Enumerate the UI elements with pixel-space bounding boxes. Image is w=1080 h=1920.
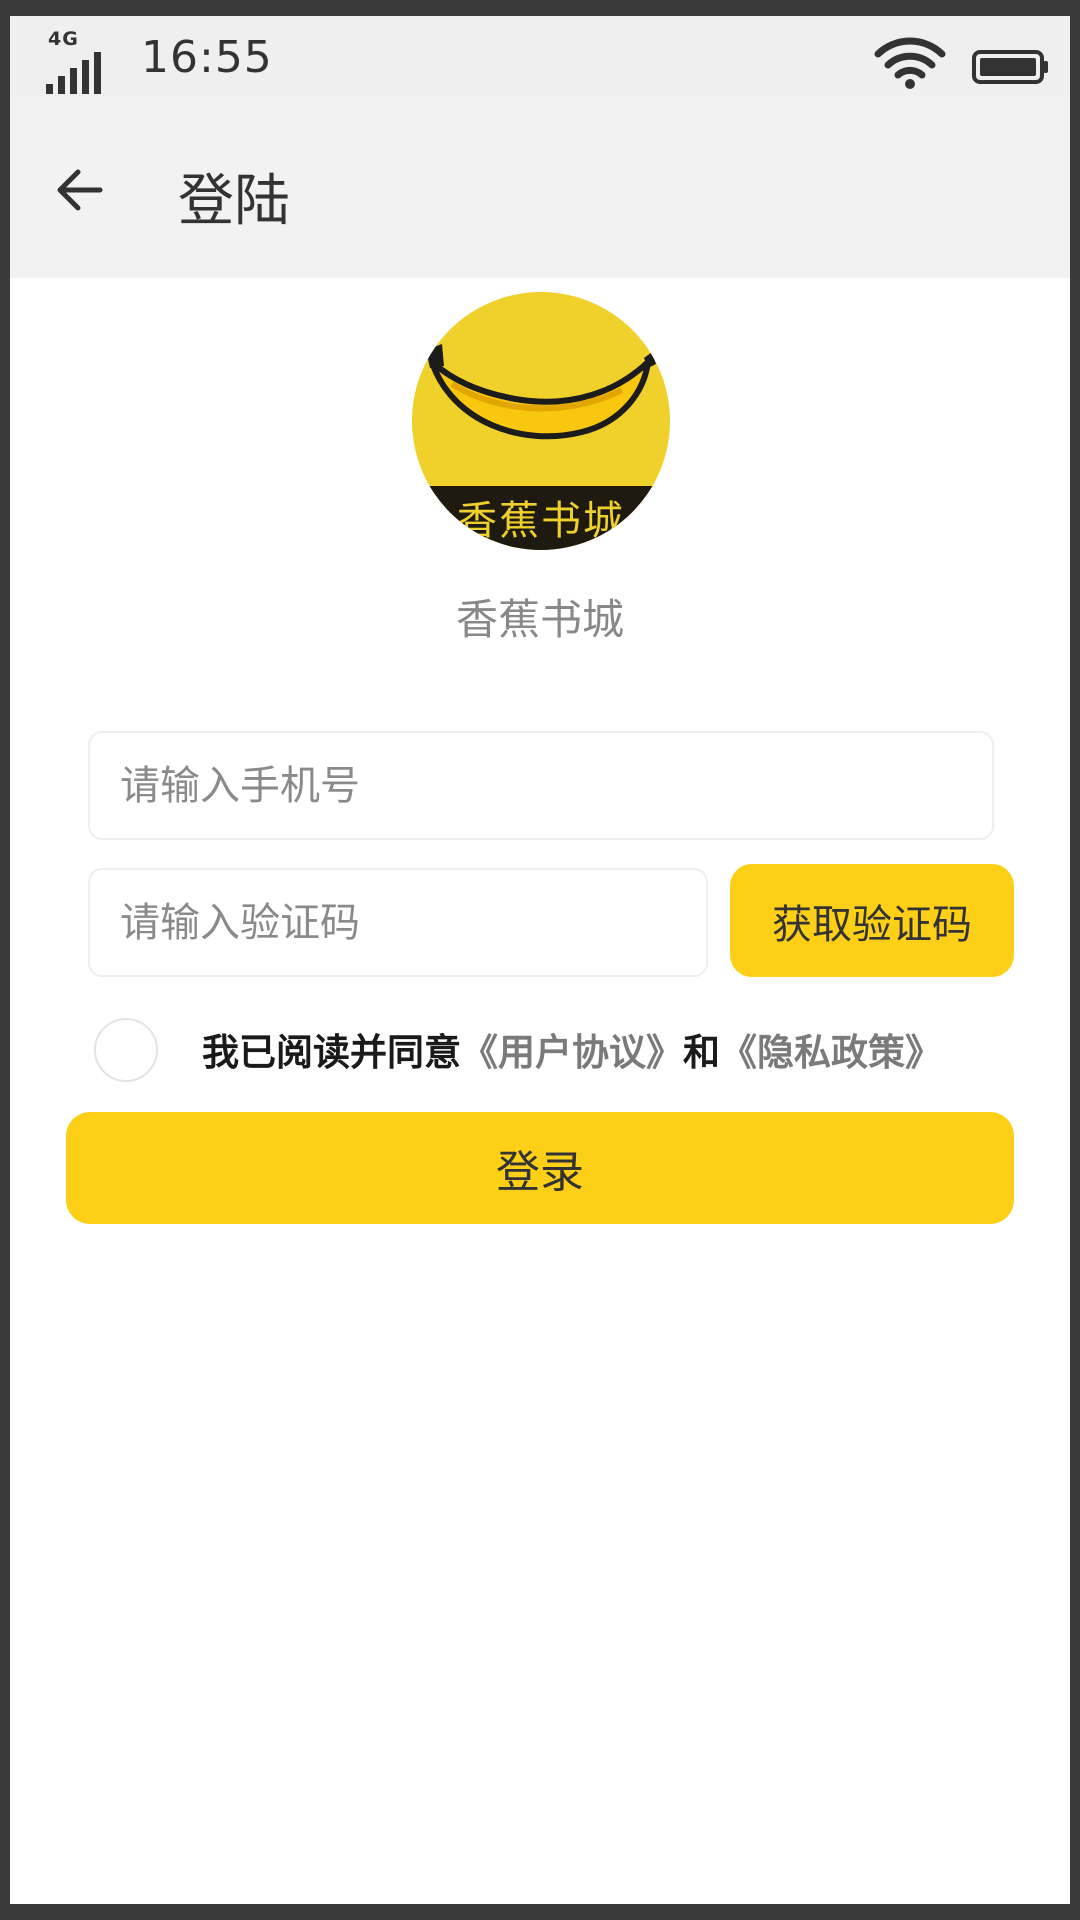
phone-input[interactable] [90, 733, 992, 838]
login-button[interactable]: 登录 [66, 1112, 1014, 1224]
phone-field [88, 731, 994, 840]
logo-caption: 香蕉书城 [457, 498, 625, 544]
agreement-conjunction: 和 [683, 1031, 720, 1074]
back-arrow-icon [57, 169, 103, 211]
login-screen: 4G 16:55 登陆 香蕉书城 香蕉书城 请输入手机号 请输入验证码 获取验证… [10, 16, 1070, 1904]
privacy-policy-link[interactable]: 《隐私政策》 [720, 1031, 942, 1074]
code-field [88, 868, 708, 977]
back-button[interactable] [40, 150, 120, 230]
verification-code-input[interactable] [90, 870, 706, 975]
clock: 16:55 [141, 32, 273, 83]
agreement-text: 我已阅读并同意《用户协议》和《隐私政策》 [202, 1022, 942, 1076]
app-name: 香蕉书城 [455, 595, 624, 644]
wifi-icon [874, 37, 946, 89]
get-code-button[interactable]: 获取验证码 [730, 864, 1014, 977]
banana-icon [426, 344, 656, 440]
agreement-checkbox[interactable] [94, 1018, 158, 1082]
app-logo: 香蕉书城 [412, 292, 670, 550]
network-type: 4G [48, 28, 79, 50]
agreement-prefix: 我已阅读并同意 [202, 1031, 461, 1074]
page-title: 登陆 [178, 169, 290, 234]
signal-icon [46, 52, 101, 94]
title-bar: 登陆 [10, 96, 1070, 278]
user-agreement-link[interactable]: 《用户协议》 [461, 1031, 683, 1074]
status-bar: 4G 16:55 [10, 16, 1070, 96]
battery-icon [972, 50, 1048, 84]
